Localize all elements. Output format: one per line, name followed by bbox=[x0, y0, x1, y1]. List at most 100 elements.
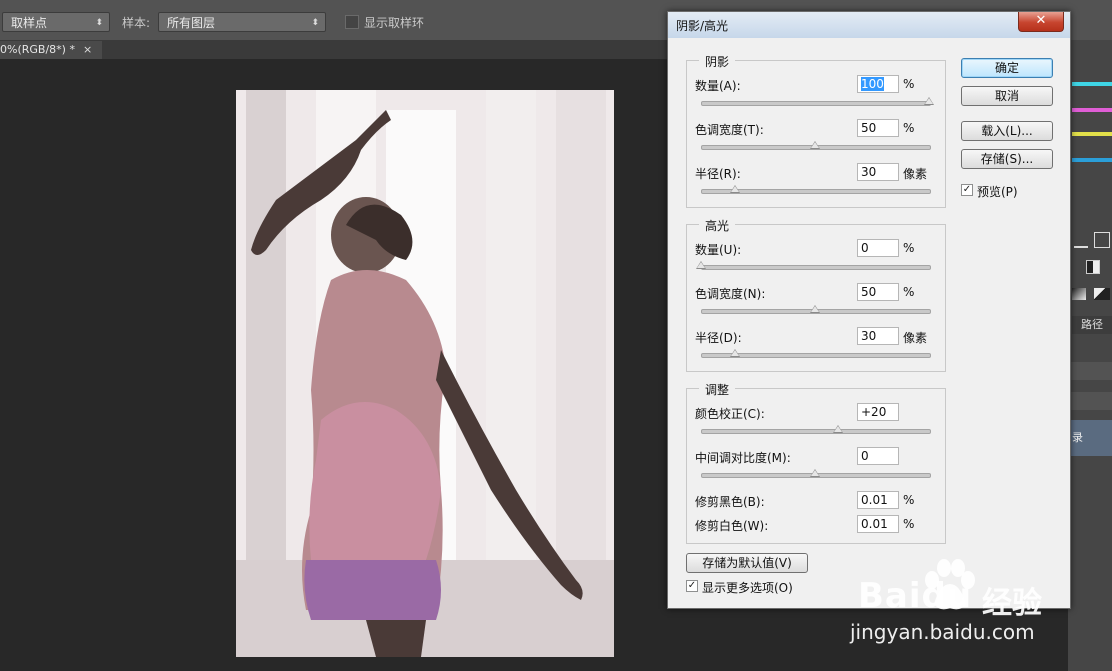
highlights-group-title: 高光 bbox=[699, 217, 736, 234]
highlights-group: 高光 数量(U): 0 % 色调宽度(N): 50 % 半径(D): 30 像素 bbox=[686, 217, 946, 372]
color-correction-slider[interactable] bbox=[701, 429, 931, 434]
highlights-tonal-width-label: 色调宽度(N): bbox=[695, 287, 766, 301]
clip-black-input[interactable]: 0.01 bbox=[857, 491, 899, 509]
black-white-icon[interactable] bbox=[1086, 260, 1100, 274]
document-photo bbox=[236, 90, 614, 657]
swatch-blue[interactable] bbox=[1072, 158, 1112, 162]
clip-white-input[interactable]: 0.01 bbox=[857, 515, 899, 533]
ok-button[interactable]: 确定 bbox=[961, 58, 1053, 78]
shadows-amount-input[interactable]: 100 bbox=[857, 75, 899, 93]
shadows-amount-label: 数量(A): bbox=[695, 79, 741, 93]
tab-paths[interactable]: 路径 bbox=[1072, 316, 1112, 334]
highlights-tonal-width-unit: % bbox=[903, 285, 915, 299]
photo-illustration bbox=[236, 90, 614, 657]
highlights-tonal-width-input[interactable]: 50 bbox=[857, 283, 899, 301]
highlights-amount-thumb[interactable] bbox=[696, 261, 706, 269]
highlights-amount-slider[interactable] bbox=[701, 265, 931, 270]
highlights-tonal-width-value: 50 bbox=[861, 285, 877, 299]
midtone-contrast-value: 0 bbox=[861, 449, 869, 463]
color-correction-input[interactable]: +20 bbox=[857, 403, 899, 421]
checkmark-icon: ✓ bbox=[962, 184, 972, 195]
shadows-tonal-width-input[interactable]: 50 bbox=[857, 119, 899, 137]
shadows-amount-value: 100 bbox=[861, 77, 884, 91]
shadows-tonal-width-unit: % bbox=[903, 121, 915, 135]
sample-label: 样本: bbox=[122, 16, 151, 30]
shadows-amount-slider[interactable] bbox=[701, 101, 931, 106]
levels-icon[interactable] bbox=[1074, 234, 1088, 248]
highlights-radius-label: 半径(D): bbox=[695, 331, 742, 345]
highlights-radius-unit: 像素 bbox=[903, 331, 928, 345]
panel-row[interactable] bbox=[1070, 362, 1112, 380]
shadows-radius-thumb[interactable] bbox=[730, 185, 741, 193]
dialog-title: 阴影/高光 bbox=[676, 19, 729, 33]
shadows-tonal-width-thumb[interactable] bbox=[810, 141, 820, 149]
sample-point-select-value: 取样点 bbox=[11, 16, 48, 30]
shadows-highlights-dialog: 阴影/高光 ✕ 阴影 数量(A): 100 % 色调宽度(T): 50 % 半径… bbox=[667, 11, 1071, 609]
clip-white-label: 修剪白色(W): bbox=[695, 519, 769, 533]
highlights-amount-label: 数量(U): bbox=[695, 243, 742, 257]
highlights-radius-input[interactable]: 30 bbox=[857, 327, 899, 345]
adjustments-group-title: 调整 bbox=[699, 381, 736, 398]
shadows-amount-unit: % bbox=[903, 77, 915, 91]
color-correction-thumb[interactable] bbox=[832, 425, 843, 433]
shadows-tonal-width-label: 色调宽度(T): bbox=[695, 123, 764, 137]
checkmark-icon: ✓ bbox=[687, 580, 697, 591]
dialog-close-button[interactable]: ✕ bbox=[1018, 12, 1064, 32]
midtone-contrast-input[interactable]: 0 bbox=[857, 447, 899, 465]
highlights-amount-unit: % bbox=[903, 241, 915, 255]
gradient-map-icon[interactable] bbox=[1072, 288, 1086, 300]
highlights-radius-value: 30 bbox=[861, 329, 877, 343]
dialog-titlebar[interactable]: 阴影/高光 ✕ bbox=[668, 12, 1070, 38]
shadows-radius-value: 30 bbox=[861, 165, 877, 179]
cancel-button[interactable]: 取消 bbox=[961, 86, 1053, 106]
shadows-radius-label: 半径(R): bbox=[695, 167, 741, 181]
threshold-icon[interactable] bbox=[1094, 288, 1110, 300]
color-correction-value: +20 bbox=[861, 405, 887, 419]
preview-checkbox[interactable]: ✓ bbox=[961, 184, 973, 196]
adjustments-group: 调整 颜色校正(C): +20 中间调对比度(M): 0 修剪黑色(B): 0.… bbox=[686, 381, 946, 544]
highlights-amount-input[interactable]: 0 bbox=[857, 239, 899, 257]
watermark-url: jingyan.baidu.com bbox=[850, 620, 1035, 644]
panel-row-selected[interactable]: 录 bbox=[1070, 420, 1112, 456]
save-button[interactable]: 存储(S)... bbox=[961, 149, 1053, 169]
show-sampling-ring-checkbox[interactable] bbox=[345, 15, 359, 29]
shadows-group-title: 阴影 bbox=[699, 53, 736, 70]
document-tab[interactable]: 0%(RGB/8*) * × bbox=[0, 41, 103, 59]
curves-icon[interactable] bbox=[1094, 232, 1110, 248]
watermark-brand-cn: 经验 bbox=[982, 586, 1042, 621]
document-tab-bar: 0%(RGB/8*) * × bbox=[0, 41, 680, 59]
chevron-down-icon: ⬍ bbox=[95, 18, 103, 28]
swatch-cyan[interactable] bbox=[1072, 82, 1112, 86]
highlights-amount-value: 0 bbox=[861, 241, 869, 255]
shadows-radius-input[interactable]: 30 bbox=[857, 163, 899, 181]
panel-row[interactable] bbox=[1070, 392, 1112, 410]
midtone-contrast-label: 中间调对比度(M): bbox=[695, 451, 791, 465]
shadows-group: 阴影 数量(A): 100 % 色调宽度(T): 50 % 半径(R): 30 … bbox=[686, 53, 946, 208]
sample-layers-select[interactable]: 所有图层 ⬍ bbox=[158, 12, 326, 32]
clip-black-label: 修剪黑色(B): bbox=[695, 495, 765, 509]
color-correction-label: 颜色校正(C): bbox=[695, 407, 765, 421]
midtone-contrast-thumb[interactable] bbox=[810, 469, 820, 477]
highlights-radius-thumb[interactable] bbox=[730, 349, 741, 357]
document-tab-title: 0%(RGB/8*) * bbox=[0, 43, 75, 56]
sample-layers-select-value: 所有图层 bbox=[167, 16, 216, 30]
highlights-tonal-width-thumb[interactable] bbox=[810, 305, 820, 313]
close-icon[interactable]: × bbox=[83, 43, 92, 56]
baidu-watermark: Baidu 经验 jingyan.baidu.com bbox=[850, 559, 1098, 650]
more-options-label: 显示更多选项(O) bbox=[702, 581, 793, 595]
swatch-magenta[interactable] bbox=[1072, 108, 1112, 112]
clip-black-unit: % bbox=[903, 493, 915, 507]
load-button[interactable]: 载入(L)... bbox=[961, 121, 1053, 141]
clip-white-unit: % bbox=[903, 517, 915, 531]
shadows-amount-thumb[interactable] bbox=[924, 97, 934, 105]
preview-label: 预览(P) bbox=[977, 185, 1018, 199]
clip-white-value: 0.01 bbox=[861, 517, 888, 531]
shadows-radius-unit: 像素 bbox=[903, 167, 928, 181]
save-as-defaults-button[interactable]: 存储为默认值(V) bbox=[686, 553, 808, 573]
more-options-checkbox[interactable]: ✓ bbox=[686, 580, 698, 592]
chevron-down-icon: ⬍ bbox=[311, 18, 319, 28]
shadows-tonal-width-value: 50 bbox=[861, 121, 877, 135]
panel-row-label: 录 bbox=[1072, 431, 1083, 444]
sample-point-select[interactable]: 取样点 ⬍ bbox=[2, 12, 110, 32]
swatch-yellow[interactable] bbox=[1072, 132, 1112, 136]
